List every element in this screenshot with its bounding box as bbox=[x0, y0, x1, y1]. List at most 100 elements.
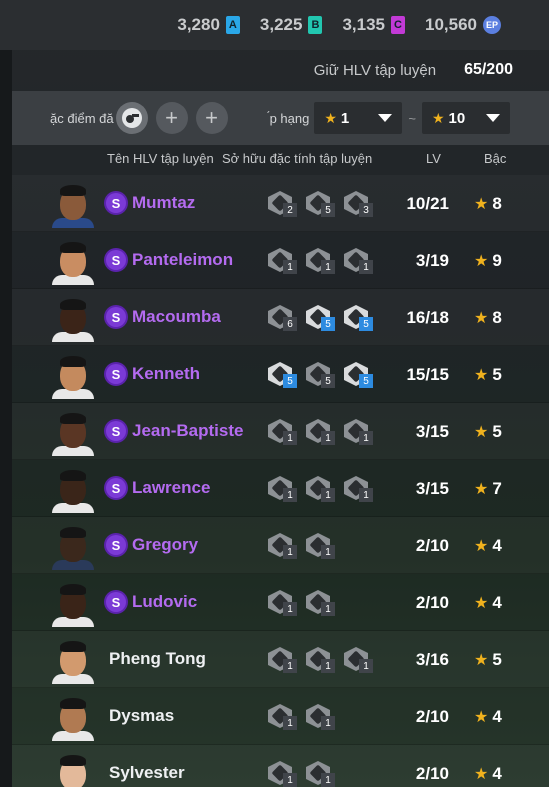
min-grade-dropdown[interactable]: ★ 1 bbox=[314, 102, 403, 134]
coach-grade: ★ 7 bbox=[474, 479, 502, 499]
trait-badge[interactable]: 5 bbox=[344, 362, 378, 388]
special-badge-icon: S bbox=[106, 421, 126, 441]
trait-badge[interactable]: 1 bbox=[306, 761, 340, 787]
coach-grade: ★ 4 bbox=[474, 593, 502, 613]
trait-level: 1 bbox=[321, 602, 335, 616]
trait-badge[interactable]: 1 bbox=[344, 419, 378, 445]
max-grade-dropdown[interactable]: ★ 10 bbox=[421, 102, 510, 134]
trait-badge[interactable]: 1 bbox=[268, 704, 302, 730]
grade-value: 9 bbox=[492, 251, 502, 270]
currency-value: 3,135 bbox=[342, 15, 385, 34]
trait-slot-selected[interactable] bbox=[115, 102, 148, 134]
coach-row[interactable]: Dysmas 1 1 2/10 ★ 4 bbox=[12, 688, 549, 745]
trait-badge[interactable]: 1 bbox=[306, 590, 340, 616]
star-icon: ★ bbox=[474, 310, 489, 327]
star-icon: ★ bbox=[474, 367, 489, 384]
column-lv[interactable]: LV bbox=[426, 151, 441, 166]
trait-badge[interactable]: 1 bbox=[306, 419, 340, 445]
coach-row[interactable]: S Jean-Baptiste 1 1 1 3/15 ★ 5 bbox=[12, 403, 549, 460]
currency-ep-icon: EP bbox=[483, 16, 501, 34]
coach-name: Mumtaz bbox=[132, 193, 196, 212]
star-icon: ★ bbox=[474, 481, 489, 498]
coach-grade: ★ 5 bbox=[474, 365, 502, 385]
trait-badge[interactable]: 1 bbox=[268, 590, 302, 616]
coach-row[interactable]: S Ludovic 1 1 2/10 ★ 4 bbox=[12, 574, 549, 631]
trait-badge[interactable]: 1 bbox=[306, 704, 340, 730]
trait-badge[interactable]: 1 bbox=[344, 647, 378, 673]
special-badge-icon: S bbox=[106, 364, 126, 384]
avatar bbox=[52, 296, 94, 342]
capacity-label: Giữ HLV tập luyện bbox=[313, 61, 437, 79]
star-icon: ★ bbox=[474, 652, 489, 669]
coach-list: S Mumtaz 2 5 3 10/21 ★ 8 S Panteleimon 1 1 1 3/19 ★ 9 S M… bbox=[12, 175, 549, 787]
trait-level: 1 bbox=[283, 260, 297, 274]
grade-value: 4 bbox=[492, 536, 502, 555]
coach-row[interactable]: S Kenneth 5 5 5 15/15 ★ 5 bbox=[12, 346, 549, 403]
trait-filter-label: ặc điểm đă bbox=[50, 110, 114, 126]
trait-level: 6 bbox=[283, 317, 297, 331]
coach-name: Macoumba bbox=[132, 307, 221, 326]
star-icon: ★ bbox=[474, 538, 489, 555]
currency-b-icon: B bbox=[308, 16, 323, 34]
coach-lv: 2/10 bbox=[415, 707, 449, 726]
trait-badge[interactable]: 5 bbox=[306, 362, 340, 388]
column-name[interactable]: Tên HLV tập luyện bbox=[107, 151, 214, 166]
coach-name: Panteleimon bbox=[132, 250, 234, 269]
trait-badge[interactable]: 1 bbox=[268, 533, 302, 559]
trait-badge[interactable]: 1 bbox=[268, 248, 302, 274]
trait-badge[interactable]: 1 bbox=[268, 647, 302, 673]
currency-a: 3,280 A bbox=[177, 15, 240, 35]
coach-row[interactable]: S Lawrence 1 1 1 3/15 ★ 7 bbox=[12, 460, 549, 517]
grade-value: 5 bbox=[492, 422, 502, 441]
avatar bbox=[52, 239, 94, 285]
currency-ep: 10,560 EP bbox=[425, 15, 501, 35]
trait-badge[interactable]: 6 bbox=[268, 305, 302, 331]
column-grade[interactable]: Bậc bbox=[484, 151, 506, 166]
coach-row[interactable]: Pheng Tong 1 1 1 3/16 ★ 5 bbox=[12, 631, 549, 688]
trait-level: 5 bbox=[359, 374, 373, 388]
trait-badge[interactable]: 5 bbox=[344, 305, 378, 331]
trait-badge[interactable]: 5 bbox=[306, 191, 340, 217]
coach-name: Dysmas bbox=[109, 706, 175, 725]
coach-name: Gregory bbox=[132, 535, 199, 554]
trait-badge[interactable]: 1 bbox=[268, 419, 302, 445]
star-icon: ★ bbox=[474, 766, 489, 783]
add-trait-button-1[interactable]: + bbox=[155, 102, 188, 134]
coach-grade: ★ 5 bbox=[474, 650, 502, 670]
trait-badge[interactable]: 1 bbox=[268, 761, 302, 787]
avatar bbox=[52, 182, 94, 228]
trait-badge[interactable]: 1 bbox=[268, 476, 302, 502]
trait-badge[interactable]: 1 bbox=[344, 476, 378, 502]
trait-level: 1 bbox=[321, 545, 335, 559]
column-traits[interactable]: Sở hữu đặc tính tập luyện bbox=[222, 151, 372, 166]
trait-badge[interactable]: 1 bbox=[306, 533, 340, 559]
trait-badge[interactable]: 1 bbox=[344, 248, 378, 274]
grade-value: 8 bbox=[492, 194, 502, 213]
trait-level: 1 bbox=[283, 659, 297, 673]
trait-badge[interactable]: 2 bbox=[268, 191, 302, 217]
coach-grade: ★ 4 bbox=[474, 536, 502, 556]
trait-badge[interactable]: 5 bbox=[268, 362, 302, 388]
filter-bar: ặc điểm đă + + ́p hạng ★ 1 ~ ★ 10 bbox=[12, 91, 549, 145]
coach-row[interactable]: Sylvester 1 1 2/10 ★ 4 bbox=[12, 745, 549, 787]
coach-name: Jean-Baptiste bbox=[132, 421, 244, 440]
avatar-hair bbox=[60, 584, 86, 595]
trait-badge[interactable]: 5 bbox=[306, 305, 340, 331]
avatar bbox=[52, 638, 94, 684]
coach-lv: 10/21 bbox=[406, 194, 449, 213]
star-icon: ★ bbox=[474, 253, 489, 270]
trait-badge[interactable]: 3 bbox=[344, 191, 378, 217]
add-trait-button-2[interactable]: + bbox=[195, 102, 228, 134]
special-badge-icon: S bbox=[106, 307, 126, 327]
coach-row[interactable]: S Macoumba 6 5 5 16/18 ★ 8 bbox=[12, 289, 549, 346]
trait-level: 1 bbox=[321, 773, 335, 787]
coach-lv: 2/10 bbox=[415, 764, 449, 783]
coach-lv: 3/15 bbox=[415, 479, 449, 498]
coach-row[interactable]: S Gregory 1 1 2/10 ★ 4 bbox=[12, 517, 549, 574]
trait-badge[interactable]: 1 bbox=[306, 248, 340, 274]
coach-row[interactable]: S Mumtaz 2 5 3 10/21 ★ 8 bbox=[12, 175, 549, 232]
coach-row[interactable]: S Panteleimon 1 1 1 3/19 ★ 9 bbox=[12, 232, 549, 289]
trait-badge[interactable]: 1 bbox=[306, 476, 340, 502]
trait-badge[interactable]: 1 bbox=[306, 647, 340, 673]
trait-level: 1 bbox=[283, 716, 297, 730]
